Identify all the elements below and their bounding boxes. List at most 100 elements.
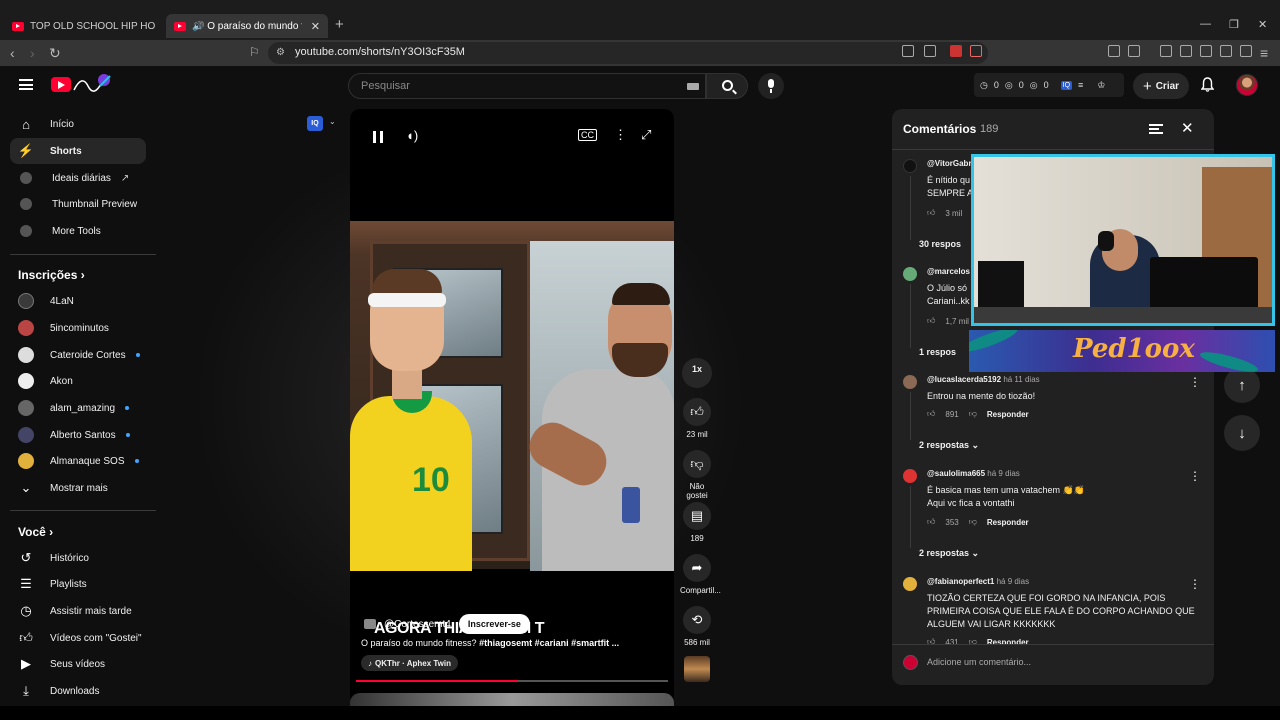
progress-bar[interactable]: [356, 680, 668, 682]
subscription-item[interactable]: Cateroide Cortes: [10, 342, 146, 368]
replies-toggle[interactable]: 1 respos: [919, 347, 956, 357]
sidebar-item-watch-later[interactable]: ◷ Assistir mais tarde: [10, 598, 146, 624]
subscription-item[interactable]: Alberto Santos: [10, 422, 146, 448]
previous-short-button[interactable]: ↑: [1224, 367, 1260, 403]
menu-icon[interactable]: ≡: [1260, 45, 1268, 61]
leo-ai-icon[interactable]: [1220, 45, 1232, 57]
sidebar-item-playlists[interactable]: ☰ Playlists: [10, 571, 146, 597]
rewards-icon[interactable]: [970, 45, 982, 57]
subscription-item[interactable]: 5incominutos: [10, 315, 146, 341]
screenshot-icon[interactable]: [1128, 45, 1140, 57]
caption-hashtags[interactable]: #thiagosemt #cariani #smartfit ...: [479, 638, 619, 648]
channel-avatar[interactable]: [364, 619, 376, 629]
add-comment-input[interactable]: Adicione um comentário...: [927, 657, 1031, 667]
wallet-icon[interactable]: [1200, 45, 1212, 57]
like-button[interactable]: 👍︎ 23 mil: [680, 398, 714, 439]
reply-button[interactable]: Responder: [987, 410, 1029, 419]
bars-icon[interactable]: ≡: [1078, 80, 1083, 90]
browser-tab-1[interactable]: TOP OLD SCHOOL HIP HOP 🔥 50 C: [4, 14, 164, 38]
subscription-item[interactable]: Almanaque SOS: [10, 448, 146, 474]
fullscreen-icon[interactable]: ⤢: [641, 127, 651, 143]
sidebar-item-ideais-diarias[interactable]: Ideais diárias ↗: [10, 165, 146, 191]
shorts-player[interactable]: ◖) CC ⋮ ⤢ 10 AGORA THIAGO SEM T @Cortess…: [350, 109, 674, 706]
video-caption[interactable]: O paraíso do mundo fitness? #thiagosemt …: [361, 638, 661, 648]
like-icon[interactable]: 👍︎: [927, 208, 935, 218]
search-input[interactable]: Pesquisar: [348, 73, 706, 99]
commenter-avatar[interactable]: [903, 159, 917, 173]
dislike-icon[interactable]: 👎︎: [969, 637, 977, 644]
iq-extension-icon[interactable]: IQ: [307, 116, 323, 131]
bookmark-icon[interactable]: ⚐: [249, 45, 260, 59]
create-button[interactable]: + Criar: [1133, 73, 1189, 99]
subscribe-button[interactable]: Inscrever-se: [458, 614, 530, 634]
close-comments-icon[interactable]: ✕: [1181, 119, 1194, 137]
sidebar-item-shorts[interactable]: ⚡ Shorts: [10, 138, 146, 164]
replies-toggle[interactable]: 30 respos: [919, 239, 961, 249]
comment-author[interactable]: @fabianoperfect1: [927, 577, 994, 586]
dislike-icon[interactable]: 👎︎: [969, 517, 977, 527]
sidebar-item-home[interactable]: ⌂ Início: [10, 111, 146, 137]
brave-shield-icon[interactable]: [950, 45, 962, 57]
search-button[interactable]: [706, 73, 748, 99]
notifications-bell-icon[interactable]: [1201, 77, 1214, 92]
subscriptions-heading[interactable]: Inscrições ›: [18, 268, 85, 282]
sidebar-item-your-videos[interactable]: ▶ Seus vídeos: [10, 651, 146, 677]
comment-author[interactable]: @VitorGabr: [927, 159, 972, 168]
commenter-avatar[interactable]: [903, 375, 917, 389]
sidebar-toggle-icon[interactable]: [1180, 45, 1192, 57]
sidebar-item-downloads[interactable]: ⤓ Downloads: [10, 678, 146, 704]
share-button[interactable]: ➦ Compartil...: [680, 554, 721, 595]
close-tab-icon[interactable]: ✕: [311, 20, 320, 33]
channel-name[interactable]: @Cortessemt4: [384, 619, 451, 630]
comment-author[interactable]: @marcelos: [927, 267, 970, 276]
music-pill[interactable]: ♪ QKThr · Aphex Twin: [361, 655, 458, 671]
voice-search-icon[interactable]: [758, 73, 784, 99]
maximize-icon[interactable]: ❐: [1229, 18, 1239, 31]
subscription-item[interactable]: Akon: [10, 368, 146, 394]
extensions-icon[interactable]: [1108, 45, 1120, 57]
extension-stats[interactable]: ◷ 0 ◎ 0 ◎ 0 IQ ≡ ♔: [974, 73, 1124, 97]
sort-icon[interactable]: [1149, 124, 1163, 134]
share-icon[interactable]: [924, 45, 936, 57]
remix-button[interactable]: ⟲ 586 mil: [680, 606, 714, 647]
cast-icon[interactable]: [902, 45, 914, 57]
dislike-icon[interactable]: 👎︎: [969, 409, 977, 419]
like-icon[interactable]: 👍︎: [927, 409, 935, 419]
commenter-avatar[interactable]: [903, 577, 917, 591]
vpn-icon[interactable]: [1240, 45, 1252, 57]
site-info-icon[interactable]: ⚙: [276, 47, 285, 58]
like-icon[interactable]: 👍︎: [927, 517, 935, 527]
next-short-button[interactable]: ↓: [1224, 415, 1260, 451]
sidebar-item-thumbnail-preview[interactable]: Thumbnail Preview: [10, 191, 146, 217]
playback-speed-button[interactable]: 1x: [682, 358, 712, 388]
sound-thumbnail[interactable]: [684, 656, 710, 682]
comments-button[interactable]: ▤ 189: [680, 502, 714, 543]
account-avatar[interactable]: [1236, 74, 1258, 96]
url-text[interactable]: youtube.com/shorts/nY3OI3cF35M: [295, 46, 465, 58]
close-window-icon[interactable]: ✕: [1258, 18, 1267, 31]
sidebar-item-history[interactable]: ↺ Histórico: [10, 545, 146, 571]
more-options-icon[interactable]: ⋮: [614, 127, 627, 143]
comment-author[interactable]: @lucaslacerda5192: [927, 375, 1001, 384]
show-more-button[interactable]: ⌄ Mostrar mais: [10, 475, 146, 501]
comment-menu-icon[interactable]: ⋮: [1189, 375, 1201, 389]
like-icon[interactable]: 👍︎: [927, 316, 935, 326]
subscription-item[interactable]: alam_amazing: [10, 395, 146, 421]
music-icon[interactable]: [1160, 45, 1172, 57]
dislike-button[interactable]: 👎︎ Não gostei: [680, 450, 714, 500]
back-icon[interactable]: ‹: [10, 45, 15, 61]
you-heading[interactable]: Você ›: [18, 525, 53, 539]
commenter-avatar[interactable]: [903, 469, 917, 483]
commenter-avatar[interactable]: [903, 267, 917, 281]
pause-icon[interactable]: [373, 131, 383, 143]
like-icon[interactable]: 👍︎: [927, 637, 935, 644]
keyboard-icon[interactable]: [687, 83, 699, 90]
minimize-icon[interactable]: —: [1200, 18, 1211, 30]
captions-icon[interactable]: CC: [578, 129, 597, 141]
subscription-item[interactable]: 4LaN: [10, 288, 146, 314]
forward-icon[interactable]: ›: [30, 45, 35, 61]
sidebar-item-more-tools[interactable]: More Tools: [10, 218, 146, 244]
next-short-preview[interactable]: [350, 693, 674, 707]
comment-author[interactable]: @saulolima665: [927, 469, 985, 478]
replies-toggle[interactable]: 2 respostas ⌄: [919, 440, 979, 451]
